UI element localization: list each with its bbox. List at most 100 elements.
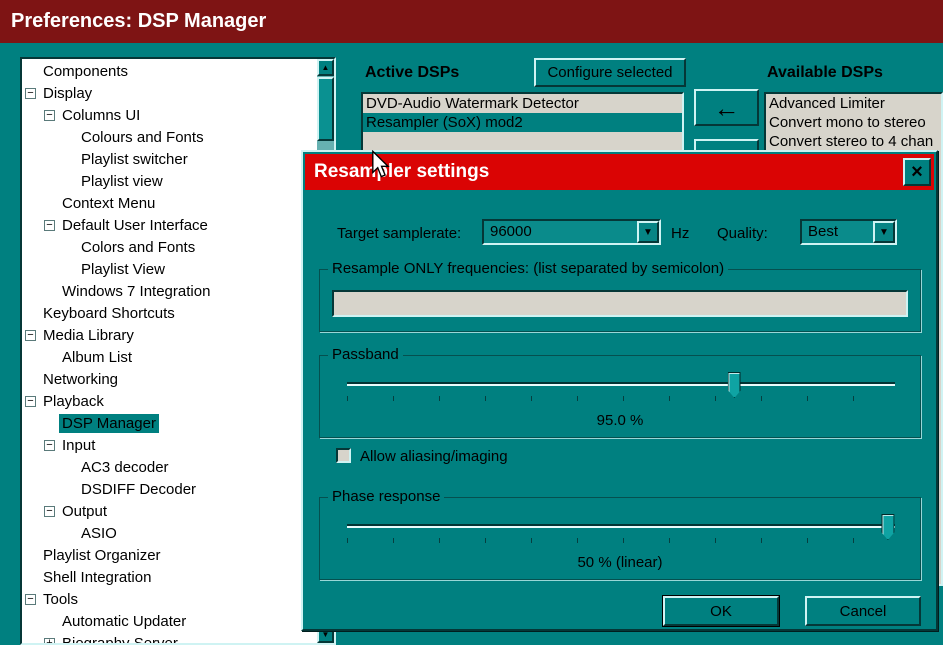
close-icon: × (911, 161, 923, 183)
tree-item-playlist-view[interactable]: Playlist View (22, 259, 317, 281)
tree-scrollbar-thumb[interactable] (317, 77, 334, 141)
tree-item-label: Context Menu (62, 195, 156, 212)
collapse-icon[interactable]: − (25, 88, 36, 99)
cancel-button[interactable]: Cancel (805, 596, 921, 626)
tree-item-keyboard-shortcuts[interactable]: Keyboard Shortcuts (22, 303, 317, 325)
tree-item-label: ASIO (81, 525, 117, 542)
combo-arrow-glyph: ▼ (879, 227, 889, 238)
tree-item-label: DSDIFF Decoder (81, 481, 197, 498)
expand-icon[interactable]: + (44, 638, 55, 643)
tree-item-playlist-view[interactable]: Playlist view (22, 171, 317, 193)
tree-item-context-menu[interactable]: Context Menu (22, 193, 317, 215)
tree-item-media-library[interactable]: − Media Library (22, 325, 317, 347)
resample-only-group-label: Resample ONLY frequencies: (list separat… (328, 260, 729, 277)
allow-aliasing-checkbox[interactable] (336, 448, 351, 463)
tree-item-label: Playlist switcher (81, 151, 188, 168)
scroll-up-icon: ▲ (321, 63, 330, 72)
hz-unit-label: Hz (671, 225, 690, 242)
tree-item-networking[interactable]: Networking (22, 369, 317, 391)
collapse-icon[interactable]: − (25, 594, 36, 605)
passband-slider-ticks (347, 396, 895, 401)
tree-item-colours-and-fonts[interactable]: Colours and Fonts (22, 127, 317, 149)
tree-item-playlist-switcher[interactable]: Playlist switcher (22, 149, 317, 171)
target-samplerate-value: 96000 (490, 223, 532, 240)
tree-item-default-user-interface[interactable]: − Default User Interface (22, 215, 317, 237)
collapse-icon[interactable]: − (44, 506, 55, 517)
tree-item-label: Keyboard Shortcuts (43, 305, 175, 322)
tree-item-label: Input (62, 437, 96, 454)
tree-item-tools[interactable]: − Tools (22, 589, 317, 611)
tree-item-label: Default User Interface (62, 217, 208, 234)
tree-item-label: Columns UI (62, 107, 141, 124)
passband-slider-track[interactable] (347, 372, 895, 398)
tree-item-input[interactable]: − Input (22, 435, 317, 457)
phase-slider-thumb[interactable] (881, 514, 895, 540)
chevron-down-icon[interactable]: ▼ (637, 221, 659, 243)
list-item-dvd-audio-watermark-detector[interactable]: DVD-Audio Watermark Detector (363, 94, 682, 113)
close-button[interactable]: × (903, 158, 931, 186)
tree-item-label: Output (62, 503, 108, 520)
quality-combobox[interactable]: Best ▼ (800, 219, 897, 245)
passband-slider-thumb[interactable] (727, 372, 741, 398)
tree-item-label: Tools (43, 591, 79, 608)
list-item-convert-stereo-to-4-chan[interactable]: Convert stereo to 4 chan (766, 132, 941, 151)
tree-item-display[interactable]: − Display (22, 83, 317, 105)
combo-arrow-glyph: ▼ (643, 227, 653, 238)
scroll-up-button[interactable]: ▲ (317, 59, 334, 76)
passband-group-label: Passband (328, 346, 403, 363)
resample-only-group: Resample ONLY frequencies: (list separat… (319, 260, 921, 332)
tree-item-automatic-updater[interactable]: Automatic Updater (22, 611, 317, 633)
tree-item-album-list[interactable]: Album List (22, 347, 317, 369)
collapse-icon[interactable]: − (25, 396, 36, 407)
tree-item-label: Biography Server (59, 634, 181, 643)
target-samplerate-label: Target samplerate: (337, 225, 462, 242)
tree-item-label: Windows 7 Integration (62, 283, 211, 300)
tree-item-shell-integration[interactable]: Shell Integration (22, 567, 317, 589)
tree-item-output[interactable]: − Output (22, 501, 317, 523)
tree-item-windows-7-integration[interactable]: Windows 7 Integration (22, 281, 317, 303)
collapse-icon[interactable]: − (25, 330, 36, 341)
list-item-resampler-sox-mod2[interactable]: Resampler (SoX) mod2 (363, 113, 682, 132)
resampler-dialog: Resampler settings × Target samplerate: … (301, 150, 938, 631)
tree-item-label: Playlist View (81, 261, 165, 278)
window-titlebar: Preferences: DSP Manager (0, 0, 943, 43)
list-item-convert-mono-to-stereo[interactable]: Convert mono to stereo (766, 113, 941, 132)
scroll-down-icon: ▼ (321, 630, 330, 639)
tree-item-label: Playlist Organizer (43, 547, 161, 564)
tree-item-label: Media Library (43, 327, 134, 344)
tree-item-ac3-decoder[interactable]: AC3 decoder (22, 457, 317, 479)
tree-item-playlist-organizer[interactable]: Playlist Organizer (22, 545, 317, 567)
mouse-cursor (372, 150, 390, 178)
ok-button[interactable]: OK (663, 596, 779, 626)
tree-item-label: Automatic Updater (62, 613, 187, 630)
tree-item-label: Components (43, 63, 129, 80)
tree-item-biography-server[interactable]: + Biography Server (22, 633, 317, 643)
list-item-advanced-limiter[interactable]: Advanced Limiter (766, 94, 941, 113)
passband-group: Passband 95.0 % (319, 346, 921, 438)
tree-item-columns-ui[interactable]: − Columns UI (22, 105, 317, 127)
tree-item-components[interactable]: Components (22, 61, 317, 83)
tree-item-label: Playlist view (81, 173, 163, 190)
configure-selected-button[interactable]: Configure selected (534, 58, 686, 87)
resample-frequencies-input[interactable] (332, 290, 908, 317)
chevron-down-icon[interactable]: ▼ (873, 221, 895, 243)
preferences-tree-panel: Components − Display − Columns UI Colours and… (20, 57, 336, 645)
tree-item-label: DSP Manager (59, 414, 159, 433)
tree-item-label: Shell Integration (43, 569, 152, 586)
collapse-icon[interactable]: − (44, 440, 55, 451)
move-left-button[interactable]: ← (694, 89, 759, 126)
target-samplerate-combobox[interactable]: 96000 ▼ (482, 219, 661, 245)
passband-value: 95.0 % (596, 412, 644, 429)
collapse-icon[interactable]: − (44, 220, 55, 231)
tree-item-playback[interactable]: − Playback (22, 391, 317, 413)
window-title: Preferences: DSP Manager (11, 10, 267, 32)
phase-slider-track[interactable] (347, 514, 895, 540)
tree-item-colors-and-fonts[interactable]: Colors and Fonts (22, 237, 317, 259)
dialog-title: Resampler settings (314, 161, 490, 182)
tree-item-asio[interactable]: ASIO (22, 523, 317, 545)
collapse-icon[interactable]: − (44, 110, 55, 121)
tree-item-dsp-manager[interactable]: DSP Manager (22, 413, 317, 435)
available-dsps-label: Available DSPs (767, 64, 883, 81)
tree-item-dsdiff-decoder[interactable]: DSDIFF Decoder (22, 479, 317, 501)
tree-item-label: Networking (43, 371, 119, 388)
